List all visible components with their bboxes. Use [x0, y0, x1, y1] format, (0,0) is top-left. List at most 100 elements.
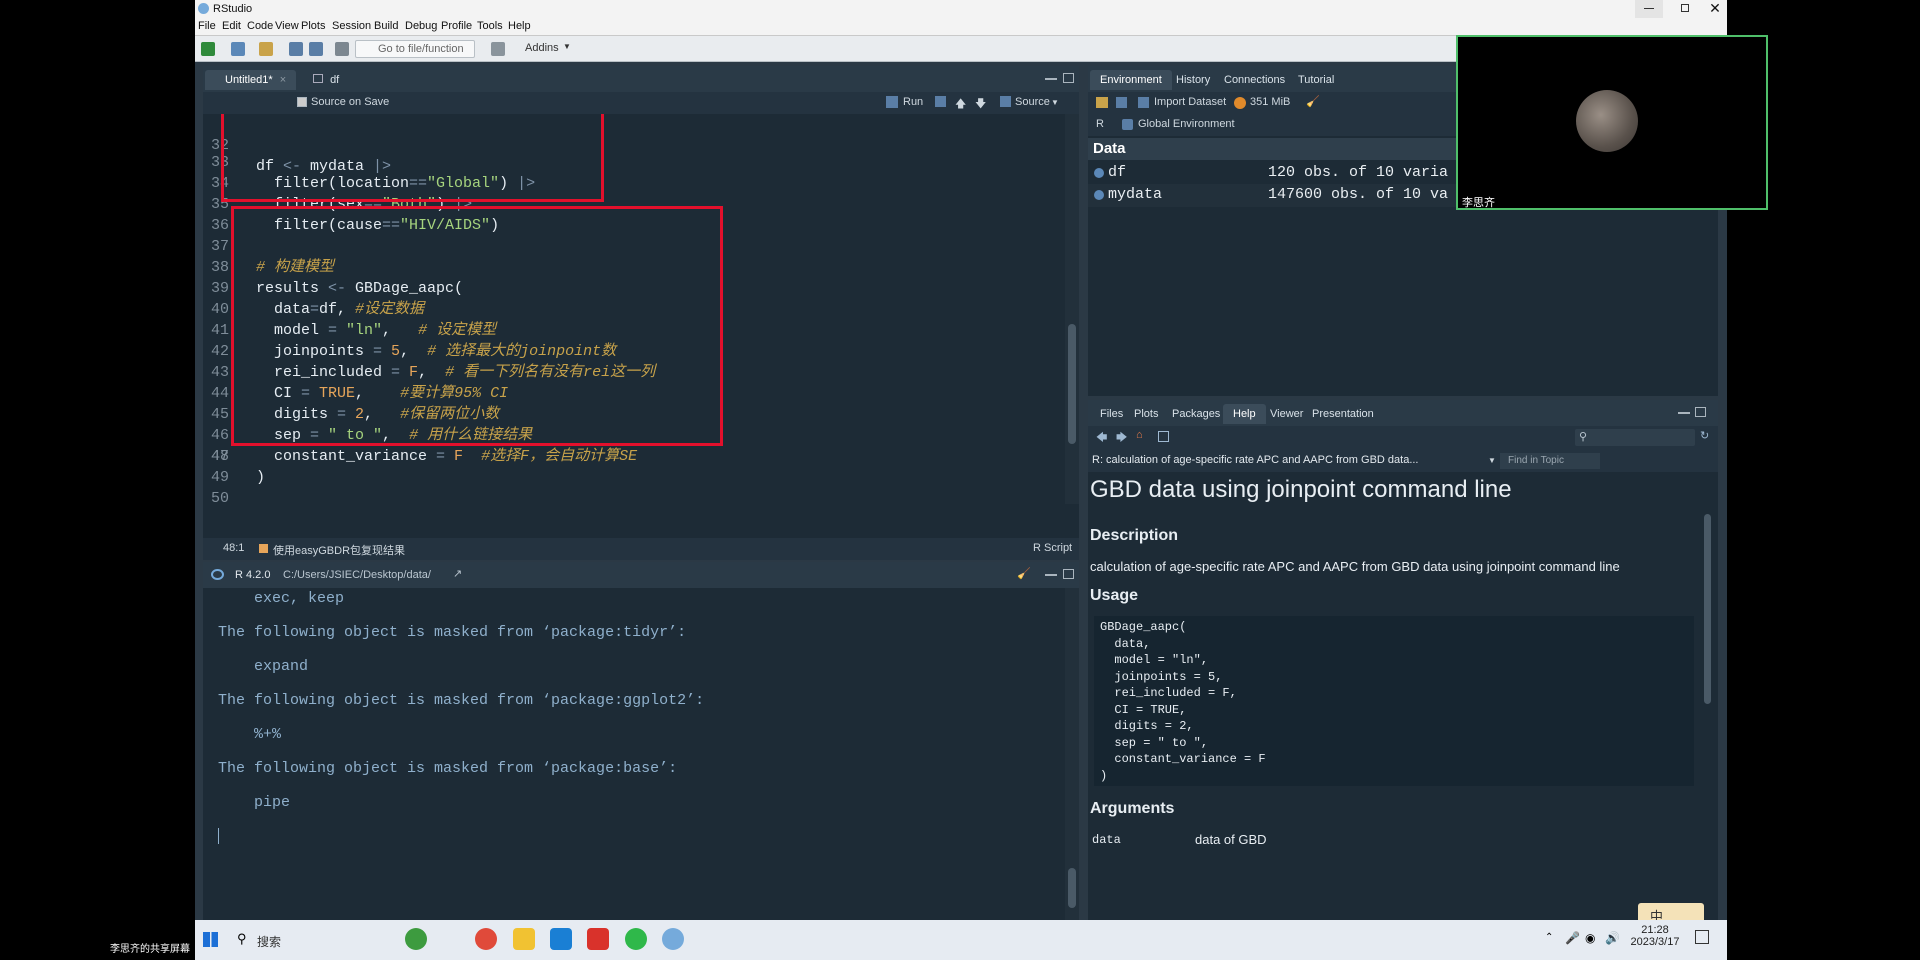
pdf-reader-icon[interactable] — [587, 928, 609, 950]
back-arrow-icon[interactable]: 🡄 — [1096, 429, 1107, 448]
menu-file[interactable]: File — [198, 20, 216, 32]
tray-chevron-icon[interactable]: ⌃ — [1545, 932, 1553, 943]
save-workspace-icon[interactable] — [1116, 97, 1127, 108]
chrome-icon[interactable] — [475, 928, 497, 950]
restore-button[interactable] — [1671, 0, 1699, 18]
print-icon[interactable] — [335, 42, 349, 56]
console-line: The following object is masked from ‘pac… — [218, 624, 687, 641]
save-icon[interactable] — [289, 42, 303, 56]
scrollbar-thumb[interactable] — [1704, 514, 1711, 704]
file-explorer-icon[interactable] — [513, 928, 535, 950]
forward-arrow-icon[interactable]: 🡆 — [1116, 429, 1127, 448]
menu-build[interactable]: Build — [374, 20, 398, 32]
tab-connections[interactable]: Connections — [1214, 70, 1295, 90]
weather-widget-icon[interactable] — [405, 928, 427, 950]
clock[interactable]: 21:28 2023/3/17 — [1625, 924, 1685, 948]
find-in-topic-input[interactable]: Find in Topic — [1500, 453, 1600, 469]
language-select[interactable]: R — [1096, 118, 1104, 130]
tab-tutorial[interactable]: Tutorial — [1288, 70, 1344, 90]
clear-console-icon[interactable]: 🧹 — [1017, 567, 1031, 580]
source-icon[interactable] — [1000, 96, 1011, 107]
maximize-pane-icon[interactable] — [1063, 569, 1074, 579]
help-topic-select[interactable]: R: calculation of age-specific rate APC … — [1092, 454, 1419, 466]
source-on-save-checkbox[interactable] — [297, 97, 307, 107]
menu-profile[interactable]: Profile — [441, 20, 472, 32]
run-icon[interactable] — [886, 96, 898, 108]
menu-session[interactable]: Session — [332, 20, 371, 32]
broom-icon[interactable]: 🧹 — [1306, 95, 1320, 108]
rerun-icon[interactable] — [935, 96, 946, 107]
expand-circle-icon[interactable] — [1094, 168, 1104, 178]
minimize-pane-icon[interactable] — [1678, 412, 1690, 414]
layout-icon[interactable] — [491, 42, 505, 56]
menu-tools[interactable]: Tools — [477, 20, 503, 32]
menu-edit[interactable]: Edit — [222, 20, 241, 32]
tab-packages[interactable]: Packages — [1162, 404, 1230, 424]
minimize-pane-icon[interactable] — [1045, 574, 1057, 576]
search-icon: ⚲ — [237, 931, 247, 946]
taskbar-search[interactable]: ⚲ 搜索 — [235, 929, 385, 951]
memory-usage[interactable]: 351 MiB — [1250, 96, 1290, 108]
help-scrollbar[interactable] — [1702, 514, 1712, 914]
console-output[interactable]: exec, keep The following object is maske… — [203, 588, 1065, 920]
ime-indicator[interactable]: 中 — [1638, 903, 1704, 920]
scrollbar-thumb[interactable] — [1068, 324, 1076, 444]
tab-presentation[interactable]: Presentation — [1302, 404, 1384, 424]
popout-icon[interactable] — [1158, 431, 1169, 442]
source-button[interactable]: Source — [1015, 96, 1050, 108]
help-search-input[interactable]: ⚲ — [1575, 429, 1695, 446]
arguments-title: Arguments — [1090, 800, 1175, 817]
tab-df[interactable]: df — [303, 70, 349, 90]
menu-view[interactable]: View — [275, 20, 299, 32]
open-file-icon[interactable] — [259, 42, 273, 56]
menu-help[interactable]: Help — [508, 20, 531, 32]
goto-file-input[interactable]: Go to file/function — [355, 40, 475, 58]
maximize-pane-icon[interactable] — [1063, 73, 1074, 83]
volume-icon[interactable]: 🔊 — [1605, 931, 1620, 945]
run-button[interactable]: Run — [903, 96, 923, 108]
working-directory[interactable]: C:/Users/JSIEC/Desktop/data/ — [283, 569, 431, 581]
tab-history[interactable]: History — [1166, 70, 1220, 90]
minimize-pane-icon[interactable] — [1045, 78, 1057, 80]
tab-environment[interactable]: Environment — [1090, 70, 1172, 90]
home-icon[interactable]: ⌂ — [1136, 429, 1143, 441]
close-button[interactable]: ✕ — [1703, 0, 1727, 18]
section-label[interactable]: 使用easyGBDR包复现结果 — [273, 542, 405, 558]
maximize-pane-icon[interactable] — [1695, 407, 1706, 417]
minimize-button[interactable] — [1635, 0, 1663, 18]
console-scrollbar[interactable] — [1065, 588, 1079, 920]
photos-icon[interactable] — [550, 928, 572, 950]
new-project-icon[interactable] — [231, 42, 245, 56]
addins-menu[interactable]: Addins — [525, 42, 559, 54]
tab-close-icon[interactable]: × — [280, 74, 286, 86]
save-all-icon[interactable] — [309, 42, 323, 56]
arrow-up-icon[interactable]: 🡅 — [955, 95, 966, 114]
notification-icon[interactable] — [1695, 930, 1709, 944]
source-chevron-icon[interactable]: ▼ — [1051, 98, 1059, 107]
expand-circle-icon[interactable] — [1094, 190, 1104, 200]
goto-directory-icon[interactable]: ↗ — [453, 567, 462, 580]
video-thumbnail[interactable]: 李思齐 — [1456, 35, 1768, 210]
menu-debug[interactable]: Debug — [405, 20, 437, 32]
wechat-icon[interactable] — [625, 928, 647, 950]
scrollbar-thumb[interactable] — [1068, 868, 1076, 908]
code-area[interactable]: 32 df <- mydata |> 33 filter(location=="… — [203, 114, 1065, 504]
menu-plots[interactable]: Plots — [301, 20, 325, 32]
chevron-down-icon[interactable]: ▼ — [1488, 456, 1496, 465]
microphone-icon[interactable]: 🎤 — [1565, 931, 1580, 945]
load-workspace-icon[interactable] — [1096, 97, 1108, 108]
editor-scrollbar[interactable] — [1065, 114, 1079, 504]
tab-untitled1[interactable]: Untitled1* × — [205, 70, 297, 90]
import-dataset-button[interactable]: Import Dataset — [1154, 96, 1226, 108]
refresh-icon[interactable]: ↻ — [1700, 429, 1709, 442]
console-line: The following object is masked from ‘pac… — [218, 692, 705, 709]
arrow-down-icon[interactable]: 🡇 — [975, 95, 986, 114]
windows-start-icon[interactable] — [203, 932, 218, 947]
new-file-icon[interactable] — [201, 42, 215, 56]
network-icon[interactable]: ◉ — [1585, 931, 1595, 945]
line-number: 50 — [211, 490, 230, 504]
scope-select[interactable]: Global Environment — [1138, 118, 1235, 130]
rstudio-taskbar-icon[interactable] — [662, 928, 684, 950]
menu-code[interactable]: Code — [247, 20, 273, 32]
file-type-label[interactable]: R Script — [1033, 542, 1072, 554]
